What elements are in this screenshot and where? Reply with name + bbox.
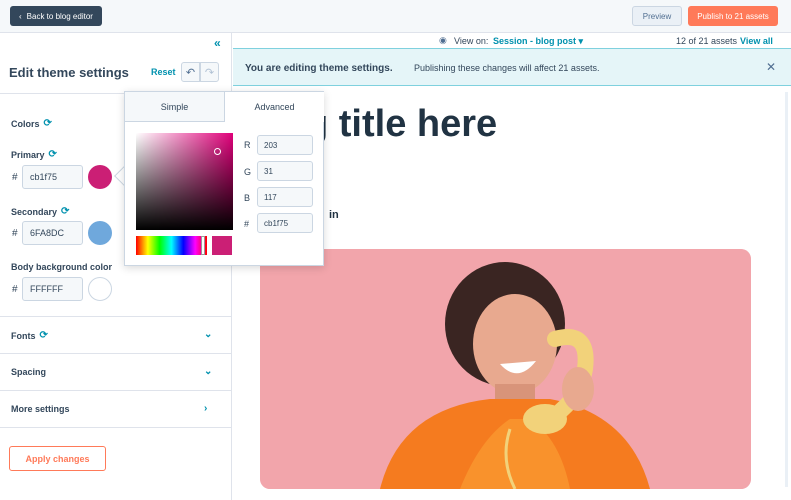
fonts-section-header[interactable]: Fonts ⟳ (11, 330, 48, 341)
session-dropdown-label: Session - blog post (493, 36, 577, 46)
sync-icon: ⟳ (39, 330, 48, 341)
back-button-label: Back to blog editor (26, 11, 93, 21)
secondary-color-swatch[interactable] (88, 221, 112, 245)
hue-slider-handle[interactable] (201, 236, 205, 255)
divider (0, 427, 231, 428)
redo-button[interactable]: ↷ (200, 62, 219, 82)
tab-advanced[interactable]: Advanced (225, 92, 324, 122)
undo-icon: ↶ (185, 66, 196, 79)
divider (0, 353, 231, 354)
secondary-label-text: Secondary (11, 206, 58, 217)
g-label: G (244, 167, 252, 177)
back-to-blog-editor-button[interactable]: ‹ Back to blog editor (10, 6, 102, 26)
asset-count: 12 of 21 assets (676, 36, 738, 46)
hue-slider[interactable] (136, 236, 207, 255)
colors-label: Colors (11, 118, 40, 129)
primary-color-input[interactable]: cb1f75 (22, 165, 83, 189)
divider (0, 316, 231, 317)
chevron-right-icon[interactable]: › (204, 403, 207, 414)
sidebar-title: Edit theme settings (9, 65, 129, 80)
b-input[interactable]: 117 (257, 187, 313, 207)
g-input[interactable]: 31 (257, 161, 313, 181)
eye-icon: ◉ (439, 35, 447, 45)
sync-icon: ⟳ (43, 118, 52, 129)
primary-label-text: Primary (11, 149, 45, 160)
banner-heading: You are editing theme settings. (245, 63, 393, 74)
preview-scrollbar[interactable] (785, 92, 788, 487)
chevron-left-icon: ‹ (19, 11, 22, 21)
view-on-bar: ◉ View on: Session - blog post ▾ 12 of 2… (233, 33, 791, 48)
view-all-link[interactable]: View all (740, 36, 773, 46)
info-banner: You are editing theme settings. Publishi… (233, 48, 791, 86)
author-text: in (329, 209, 339, 221)
spacing-label: Spacing (11, 367, 47, 377)
more-settings-header[interactable]: More settings (11, 404, 70, 414)
close-icon[interactable]: ✕ (766, 60, 776, 74)
redo-icon: ↷ (204, 66, 215, 79)
view-on-label: View on: (454, 36, 489, 46)
body-background-swatch[interactable] (88, 277, 112, 301)
preview-button[interactable]: Preview (632, 6, 682, 26)
blog-post-title: g title here (305, 103, 498, 145)
r-input[interactable]: 203 (257, 135, 313, 155)
current-color-swatch (212, 236, 232, 255)
hero-image (260, 249, 751, 489)
b-label: B (244, 193, 251, 203)
divider (0, 390, 231, 391)
chevron-down-icon[interactable]: ⌄ (204, 329, 212, 340)
undo-button[interactable]: ↶ (181, 62, 200, 82)
secondary-color-label: Secondary ⟳ (11, 206, 69, 217)
colors-section-header[interactable]: Colors ⟳ (11, 118, 52, 129)
hash-prefix: # (12, 228, 18, 239)
spacing-section-header[interactable]: Spacing (11, 367, 46, 377)
bodybg-label-text: Body background color (11, 262, 113, 272)
more-settings-label: More settings (11, 404, 70, 414)
hero-photo-illustration (260, 249, 751, 489)
banner-message: Publishing these changes will affect 21 … (414, 63, 600, 73)
saturation-handle[interactable] (214, 148, 221, 155)
color-picker-popover: Simple Advanced R 203 G 31 B 117 # cb1f7… (124, 91, 324, 266)
hash-prefix: # (12, 284, 18, 295)
double-chevron-left-icon[interactable]: « (214, 36, 221, 50)
publish-button[interactable]: Publish to 21 assets (688, 6, 778, 26)
chevron-down-icon[interactable]: ⌄ (204, 366, 212, 377)
primary-color-label: Primary ⟳ (11, 149, 57, 160)
hex-label: # (244, 219, 250, 229)
caret-down-icon: ▾ (578, 36, 584, 46)
body-background-input[interactable]: FFFFFF (22, 277, 83, 301)
sync-icon: ⟳ (48, 149, 57, 160)
secondary-color-input[interactable]: 6FA8DC (22, 221, 83, 245)
r-label: R (244, 140, 251, 150)
session-dropdown[interactable]: Session - blog post ▾ (493, 36, 583, 47)
hex-input[interactable]: cb1f75 (257, 213, 313, 233)
primary-color-swatch[interactable] (88, 165, 112, 189)
top-toolbar: ‹ Back to blog editor Preview Publish to… (0, 0, 791, 33)
tab-simple[interactable]: Simple (125, 92, 225, 122)
apply-changes-button[interactable]: Apply changes (9, 446, 106, 471)
reset-link[interactable]: Reset (151, 67, 176, 77)
body-background-label: Body background color (11, 262, 112, 272)
hash-prefix: # (12, 172, 18, 183)
fonts-label: Fonts (11, 330, 36, 341)
sync-icon: ⟳ (61, 206, 70, 217)
